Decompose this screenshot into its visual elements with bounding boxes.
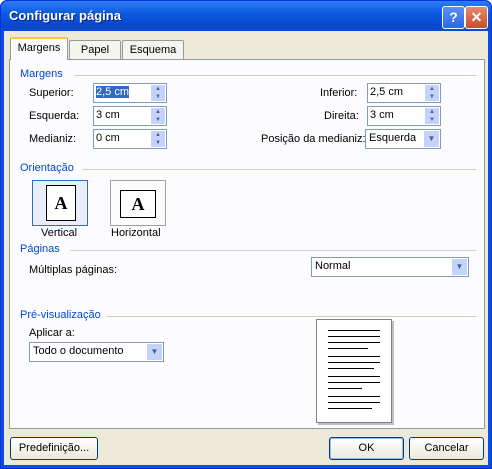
group-divider [74,75,476,76]
spin-down-icon[interactable]: ▼ [151,116,165,124]
spin-down-icon[interactable]: ▼ [151,139,165,147]
medianiz-label: Medianiz: [29,133,77,145]
group-divider [106,316,476,317]
chevron-down-icon[interactable]: ▼ [424,131,439,147]
apply-to-label: Aplicar a: [29,327,75,339]
multiple-pages-label: Múltiplas páginas: [29,264,118,276]
gutter-position-label: Posição da medianiz: [261,133,366,145]
preview-line [328,368,374,369]
pages-group-label: Páginas [20,243,60,255]
vertical-label: Vertical [41,227,78,239]
close-button[interactable]: ✕ [465,6,488,29]
preview-line [328,336,380,337]
preview-line [328,356,380,357]
spin-down-icon[interactable]: ▼ [425,93,439,101]
superior-label: Superior: [29,87,74,99]
spin-up-icon[interactable]: ▲ [151,85,165,93]
spin-up-icon[interactable]: ▲ [425,85,439,93]
gutter-position-value: Esquerda [369,132,417,144]
group-divider [82,169,476,170]
preview-line [328,330,380,331]
gutter-position-select[interactable]: Esquerda ▼ [365,129,441,149]
tab-esquema[interactable]: Esquema [122,40,184,59]
horizontal-label: Horizontal [111,227,161,239]
esquerda-label: Esquerda: [29,110,80,122]
direita-value[interactable]: 3 cm [370,109,394,121]
medianiz-spinner[interactable]: 0 cm ▲ ▼ [93,129,167,149]
title-bar[interactable]: Configurar página ? ✕ [1,1,491,31]
apply-to-select[interactable]: Todo o documento ▼ [29,342,164,362]
preview-line [328,362,380,363]
preview-line [328,408,372,409]
help-button[interactable]: ? [442,6,465,29]
direita-label: Direita: [324,110,359,122]
margins-group-label: Margens [20,68,63,80]
multiple-pages-value: Normal [315,260,351,272]
group-divider [70,250,476,251]
tab-margens[interactable]: Margens [10,37,68,60]
spin-down-icon[interactable]: ▼ [425,116,439,124]
preview-group-label: Pré-visualização [20,309,101,321]
spin-down-icon[interactable]: ▼ [151,93,165,101]
preview-line [328,348,368,349]
apply-to-value: Todo o documento [33,345,124,357]
cancel-button[interactable]: Cancelar [409,437,484,460]
inferior-value[interactable]: 2,5 cm [370,86,403,98]
spin-up-icon[interactable]: ▲ [151,131,165,139]
preview-line [328,382,380,383]
tab-papel[interactable]: Papel [69,40,121,59]
inferior-spinner[interactable]: 2,5 cm ▲ ▼ [367,83,441,103]
orientation-horizontal-button[interactable]: A [110,180,166,226]
dialog-title: Configurar página [9,8,121,23]
landscape-page-icon: A [120,190,156,218]
preview-line [328,388,362,389]
portrait-page-icon: A [46,185,76,221]
spin-up-icon[interactable]: ▲ [151,108,165,116]
page-setup-dialog: Configurar página ? ✕ Margens Papel Esqu… [0,0,492,469]
preview-line [328,402,380,403]
orientation-group-label: Orientação [20,162,74,174]
esquerda-value[interactable]: 3 cm [96,109,120,121]
dialog-body: Margens Papel Esquema Margens Superior: … [4,31,488,465]
superior-spinner[interactable]: 2,5 cm ▲ ▼ [93,83,167,103]
set-default-button[interactable]: Predefinição... [10,437,98,460]
chevron-down-icon[interactable]: ▼ [452,259,467,275]
medianiz-value[interactable]: 0 cm [96,132,120,144]
spin-up-icon[interactable]: ▲ [425,108,439,116]
multiple-pages-select[interactable]: Normal ▼ [311,257,469,277]
chevron-down-icon[interactable]: ▼ [147,344,162,360]
esquerda-spinner[interactable]: 3 cm ▲ ▼ [93,106,167,126]
page-preview [316,319,392,423]
tab-panel-margens: Margens Superior: 2,5 cm ▲ ▼ Esquerda: 3 … [9,59,485,429]
ok-button[interactable]: OK [329,437,404,460]
inferior-label: Inferior: [320,87,358,99]
preview-line [328,342,380,343]
preview-line [328,376,380,377]
preview-line [328,396,380,397]
orientation-vertical-button[interactable]: A [32,180,88,226]
superior-value[interactable]: 2,5 cm [96,86,130,98]
direita-spinner[interactable]: 3 cm ▲ ▼ [367,106,441,126]
